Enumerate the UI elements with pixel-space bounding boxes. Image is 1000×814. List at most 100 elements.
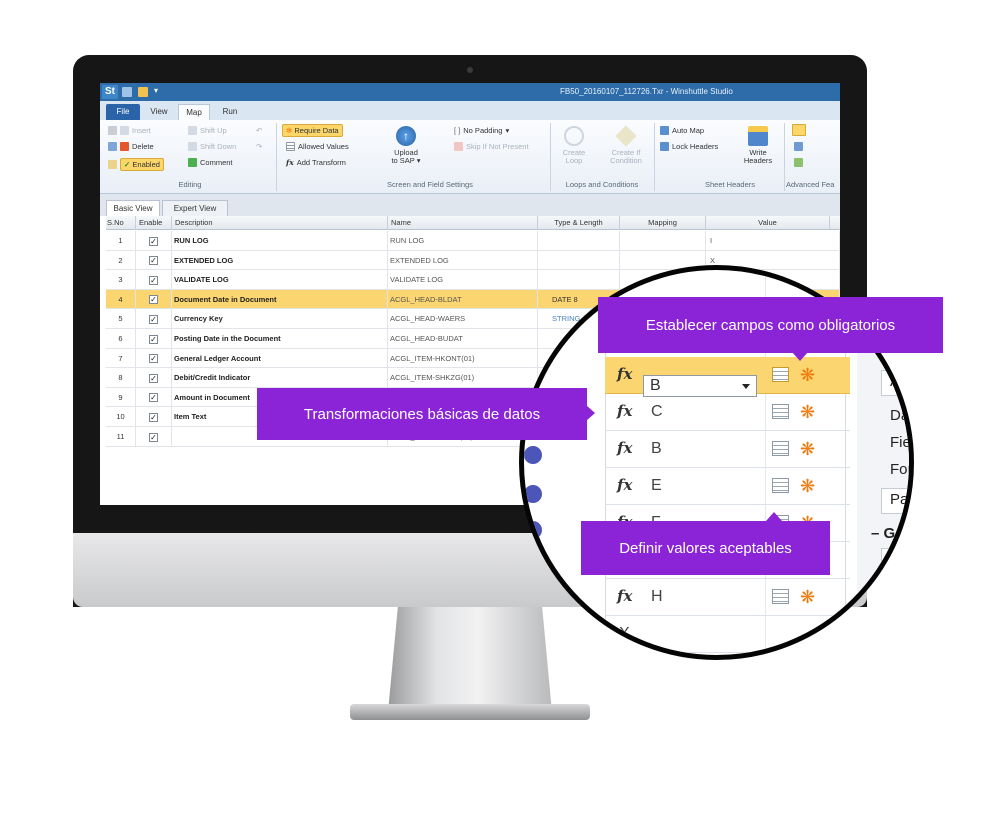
advanced-button-2[interactable] — [794, 142, 803, 151]
enable-checkbox[interactable]: ✓ — [149, 275, 158, 285]
enable-checkbox[interactable]: ✓ — [149, 314, 158, 324]
zoomed-row[interactable] — [605, 616, 850, 653]
stage: St ▾ FB50_20160107_112726.Txr - Winshutt… — [0, 0, 1000, 814]
allowed-values-icon[interactable] — [772, 367, 789, 382]
no-padding-dropdown[interactable]: [ ] No Padding ▾ — [454, 126, 509, 135]
description-cell: Debit/Credit Indicator — [172, 368, 388, 388]
add-transform-button[interactable]: fx Add Transform — [286, 158, 346, 167]
lock-icon — [660, 142, 669, 151]
lock-headers-button[interactable]: Lock Headers — [660, 142, 718, 151]
undo-button[interactable]: ↶ — [256, 126, 262, 135]
row-number: 7 — [106, 348, 136, 369]
enable-cell: ✓ — [136, 309, 172, 329]
transform-icon[interactable]: fx — [617, 365, 639, 385]
transform-icon: fx — [286, 158, 294, 167]
write-headers-button[interactable]: Write Headers — [740, 126, 776, 165]
create-loop-button[interactable]: Create Loop — [556, 126, 592, 165]
shift-down-icon — [188, 142, 197, 151]
write-headers-icon — [748, 126, 768, 146]
shift-down-button[interactable]: Shift Down — [188, 142, 236, 151]
ribbon-separator — [550, 123, 551, 191]
group-editing: Editing — [178, 180, 202, 189]
padding-icon: [ ] — [454, 126, 461, 135]
enable-checkbox[interactable]: ✓ — [149, 354, 158, 364]
enable-checkbox[interactable]: ✓ — [149, 412, 158, 422]
advanced-button-1[interactable] — [792, 124, 806, 136]
col-name[interactable]: Name — [388, 216, 538, 230]
enable-checkbox[interactable]: ✓ — [149, 432, 158, 442]
property-label: Pad — [890, 491, 909, 508]
transform-icon[interactable]: fx — [617, 402, 639, 422]
comment-icon — [188, 158, 197, 167]
table-row[interactable]: 1 ✓ RUN LOG RUN LOG I — [106, 231, 840, 251]
comment-button[interactable]: Comment — [188, 158, 233, 167]
upload-to-sap-button[interactable]: ↑ Upload to SAP ▾ — [386, 126, 426, 165]
skip-if-not-present-button[interactable]: Skip If Not Present — [454, 142, 529, 151]
save-icon[interactable] — [122, 87, 132, 97]
col-description[interactable]: Description — [172, 216, 388, 230]
check-icon: ✓ — [124, 160, 131, 169]
mapping-cell[interactable] — [620, 231, 706, 251]
enable-checkbox[interactable]: ✓ — [149, 393, 158, 403]
require-data-icon[interactable]: ❋ — [800, 477, 815, 495]
create-condition-button[interactable]: Create If Condition — [604, 125, 648, 165]
tab-view[interactable]: View — [144, 104, 174, 120]
tab-run[interactable]: Run — [216, 104, 244, 120]
value-cell[interactable]: I — [706, 231, 840, 251]
allowed-values-icon[interactable] — [772, 478, 789, 493]
col-mapping[interactable]: Mapping — [620, 216, 706, 230]
name-cell: ACGL_HEAD-BLDAT — [388, 289, 538, 310]
enable-checkbox[interactable]: ✓ — [149, 256, 158, 266]
tab-basic-view[interactable]: Basic View — [106, 200, 160, 216]
insert-button[interactable]: Insert — [108, 126, 151, 135]
enable-checkbox[interactable]: ✓ — [149, 334, 158, 344]
advanced-icon — [792, 124, 806, 136]
col-value[interactable]: Value — [706, 216, 830, 230]
transform-icon[interactable]: fx — [617, 439, 639, 459]
enable-checkbox[interactable]: ✓ — [149, 236, 158, 246]
enabled-toggle[interactable]: ✓ Enabled — [108, 158, 164, 171]
copy-icon — [108, 142, 117, 151]
scissors-icon — [108, 126, 117, 135]
quick-access-dropdown-icon[interactable]: ▾ — [154, 87, 162, 97]
col-sno[interactable]: S.No — [106, 216, 136, 230]
require-data-button[interactable]: ✻ Require Data — [282, 124, 343, 137]
view-tabs: Basic View Expert View — [100, 194, 840, 216]
property-label: Fiel — [890, 434, 914, 451]
row-number: 5 — [106, 309, 136, 329]
delete-icon — [120, 142, 129, 151]
enable-cell: ✓ — [136, 348, 172, 369]
auto-map-button[interactable]: Auto Map — [660, 126, 704, 135]
open-folder-icon[interactable] — [138, 87, 148, 97]
grid-header: S.No Enable Description Name Type & Leng… — [106, 216, 840, 230]
allowed-values-icon[interactable] — [772, 589, 789, 604]
require-data-icon[interactable]: ❋ — [800, 366, 815, 384]
col-enable[interactable]: Enable — [136, 216, 172, 230]
tab-file[interactable]: File — [106, 104, 140, 120]
require-data-icon[interactable]: ❋ — [800, 440, 815, 458]
enable-checkbox[interactable]: ✓ — [149, 295, 158, 305]
shift-up-button[interactable]: Shift Up — [188, 126, 227, 135]
require-data-icon[interactable]: ❋ — [800, 588, 815, 606]
delete-button[interactable]: Delete — [108, 142, 154, 151]
redo-button[interactable]: ↷ — [256, 142, 262, 151]
app-logo: St — [102, 85, 118, 99]
allowed-values-icon[interactable] — [772, 404, 789, 419]
tab-map[interactable]: Map — [178, 104, 210, 120]
ribbon: Insert Delete ✓ Enabled Shift Up Shift D… — [100, 120, 840, 194]
col-type-length[interactable]: Type & Length — [538, 216, 620, 230]
advanced-button-3[interactable] — [794, 158, 803, 167]
enable-checkbox[interactable]: ✓ — [149, 373, 158, 383]
require-data-icon[interactable]: ❋ — [800, 403, 815, 421]
mapping-value: X — [619, 625, 630, 642]
callout-pointer — [792, 352, 808, 361]
transform-icon[interactable]: fx — [617, 476, 639, 496]
transform-icon[interactable]: fx — [617, 587, 639, 607]
allowed-values-button[interactable]: Allowed Values — [286, 142, 349, 151]
insert-icon — [120, 126, 129, 135]
monitor-foot — [350, 704, 590, 720]
tab-expert-view[interactable]: Expert View — [162, 200, 228, 216]
mapping-value: E — [651, 477, 662, 494]
condition-icon — [615, 125, 637, 147]
allowed-values-icon[interactable] — [772, 441, 789, 456]
